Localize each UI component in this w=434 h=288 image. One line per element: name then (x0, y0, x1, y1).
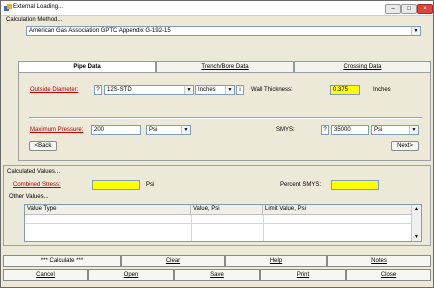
chevron-down-icon[interactable]: ▼ (411, 27, 420, 35)
smys-label: SMYS: (276, 127, 295, 133)
percent-smys-output (331, 180, 379, 190)
column-divider (191, 215, 192, 241)
calculated-values-group: Calculated Values... Combined Stress: Ps… (3, 165, 431, 246)
column-divider (263, 215, 264, 241)
separator (29, 117, 422, 119)
smys-help-button[interactable]: ? (321, 125, 329, 135)
scroll-up-icon[interactable]: ▲ (412, 205, 421, 213)
max-pressure-unit-select[interactable]: Psi ▼ (146, 125, 191, 135)
help-button[interactable]: Help (225, 255, 327, 267)
smys-input[interactable]: 35000 (331, 125, 369, 135)
other-values-label: Other Values... (9, 194, 49, 200)
scroll-down-icon[interactable]: ▼ (412, 233, 421, 241)
od-unit-select[interactable]: Inches ▼ (195, 85, 235, 95)
smys-unit-select[interactable]: Psi ▼ (371, 125, 419, 135)
chevron-down-icon[interactable]: ▼ (225, 86, 234, 94)
calculate-button[interactable]: *** Calculate *** (3, 255, 121, 267)
combined-stress-unit: Psi (146, 182, 155, 188)
calc-method-select[interactable]: American Gas Association GPTC Appendix G… (26, 26, 421, 36)
next-button[interactable]: Next> (391, 141, 419, 151)
combined-stress-label: Combined Stress: (13, 182, 61, 188)
calculated-values-label: Calculated Values... (7, 169, 60, 175)
maximize-icon[interactable]: □ (401, 4, 417, 14)
table-row (25, 223, 413, 224)
calc-method-label: Calculation Method... (6, 17, 63, 23)
app-icon (4, 4, 12, 11)
chevron-down-icon[interactable]: ▼ (409, 126, 418, 134)
calc-method-value: American Gas Association GPTC Appendix G… (29, 28, 171, 34)
minimize-icon[interactable]: – (385, 4, 401, 14)
max-pressure-input[interactable]: 200 (91, 125, 141, 135)
outside-diameter-select[interactable]: 12S-STD ▼ (104, 85, 194, 95)
wall-thickness-unit: Inches (373, 87, 391, 93)
column-header[interactable]: Value, Psi (191, 205, 263, 215)
window-title: External Loading... (13, 4, 64, 10)
close-icon[interactable]: × (417, 4, 433, 14)
chevron-down-icon[interactable]: ▼ (181, 126, 190, 134)
column-header[interactable]: Limit Value, Psi (263, 205, 413, 215)
max-pressure-label: Maximum Pressure: (30, 127, 84, 133)
info-button[interactable]: i (236, 85, 244, 95)
clear-button[interactable]: Clear (121, 255, 225, 267)
od-help-button[interactable]: ? (94, 85, 102, 95)
back-button[interactable]: <Back (29, 141, 57, 151)
vertical-scrollbar[interactable]: ▲ ▼ (411, 205, 421, 241)
open-button[interactable]: Open (88, 269, 174, 281)
pipe-data-panel: Outside Diameter: ? 12S-STD ▼ Inches ▼ i… (18, 72, 431, 161)
combined-stress-output (92, 180, 140, 190)
title-bar: External Loading... – □ × (1, 1, 433, 16)
external-loading-window: External Loading... – □ × Calculation Me… (0, 0, 434, 288)
notes-button[interactable]: Notes (327, 255, 431, 267)
outside-diameter-label: Outside Diameter: (30, 87, 79, 93)
column-header[interactable]: Value Type (25, 205, 191, 215)
other-values-table: Value Type Value, Psi Limit Value, Psi ▲… (24, 204, 422, 242)
print-button[interactable]: Print (260, 269, 346, 281)
close-button[interactable]: Close (346, 269, 431, 281)
tab-crossing-data[interactable]: Crossing Data (294, 61, 431, 72)
chevron-down-icon[interactable]: ▼ (184, 86, 193, 94)
tab-trench-bore-data[interactable]: Trench/Bore Data (156, 61, 294, 72)
save-button[interactable]: Save (174, 269, 260, 281)
wall-thickness-label: Wall Thickness: (251, 87, 293, 93)
cancel-button[interactable]: Cancel (3, 269, 88, 281)
wall-thickness-input[interactable]: 0.375 (330, 85, 360, 95)
percent-smys-label: Percent SMYS: (280, 182, 322, 188)
